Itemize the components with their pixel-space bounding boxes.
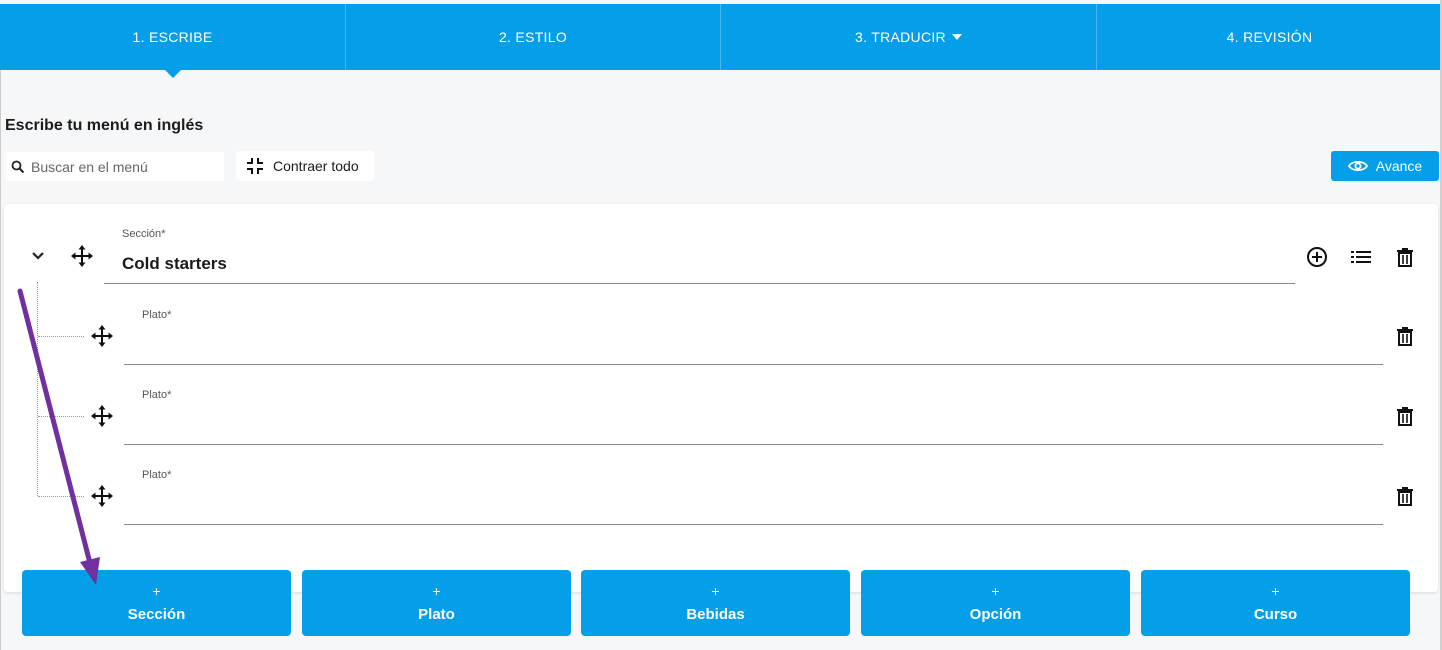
preview-label: Avance	[1375, 158, 1423, 174]
tab-escribe[interactable]: 1. ESCRIBE	[0, 4, 346, 78]
dish-field-underline	[124, 524, 1383, 525]
plus-icon: +	[1271, 582, 1280, 599]
dish-field-underline	[124, 364, 1383, 365]
delete-dish-button[interactable]	[1392, 323, 1418, 349]
step-tabs: 1. ESCRIBE 2. ESTILO 3. TRADUCIR 4. REVI…	[0, 4, 1442, 78]
dish-name-input[interactable]	[124, 492, 1382, 520]
eye-icon	[1347, 160, 1368, 172]
move-icon	[91, 485, 113, 507]
tab-traducir[interactable]: 3. TRADUCIR	[721, 4, 1097, 70]
collapse-all-button[interactable]: Contraer todo	[236, 151, 374, 181]
move-icon	[71, 245, 93, 267]
trash-icon	[1397, 247, 1413, 267]
tab-label: 4. REVISIÓN	[1226, 29, 1313, 45]
plus-icon: +	[991, 582, 1000, 599]
search-input[interactable]	[31, 158, 211, 175]
tab-revision[interactable]: 4. REVISIÓN	[1097, 4, 1442, 70]
collapse-all-label: Contraer todo	[273, 158, 359, 174]
section-name-field[interactable]: Cold starters	[122, 254, 227, 274]
dish-drag-handle[interactable]	[90, 484, 114, 508]
dish-name-input[interactable]	[124, 412, 1382, 440]
delete-dish-button[interactable]	[1392, 403, 1418, 429]
delete-dish-button[interactable]	[1392, 483, 1418, 509]
caret-down-icon	[951, 34, 962, 40]
add-drinks-button[interactable]: + Bebidas	[581, 570, 850, 636]
menu-editor-card: Sección* Cold starters Plato* Plato* Pla…	[4, 204, 1438, 592]
add-course-button[interactable]: + Curso	[1141, 570, 1410, 636]
dish-field-underline	[124, 444, 1383, 445]
page-title: Escribe tu menú en inglés	[5, 117, 204, 134]
add-dish-button[interactable]: + Plato	[302, 570, 571, 636]
active-tab-pointer	[164, 70, 181, 78]
add-option-button[interactable]: + Opción	[861, 570, 1130, 636]
trash-icon	[1397, 406, 1413, 426]
add-item-button[interactable]	[1304, 244, 1330, 270]
dish-drag-handle[interactable]	[90, 404, 114, 428]
tab-estilo[interactable]: 2. ESTILO	[346, 4, 721, 70]
list-icon	[1351, 251, 1371, 263]
delete-section-button[interactable]	[1392, 244, 1418, 270]
add-button-label: Opción	[969, 605, 1022, 623]
plus-icon: +	[432, 582, 441, 599]
chevron-down-icon	[32, 252, 44, 260]
tree-connector	[38, 336, 84, 337]
plus-circle-icon	[1307, 247, 1327, 267]
move-icon	[91, 325, 113, 347]
add-button-label: Bebidas	[686, 605, 745, 623]
preview-button[interactable]: Avance	[1331, 151, 1439, 181]
dish-field-label: Plato*	[142, 389, 172, 401]
move-icon	[91, 405, 113, 427]
section-drag-handle[interactable]	[70, 244, 94, 268]
dish-field-label: Plato*	[142, 469, 172, 481]
dish-name-input[interactable]	[124, 332, 1382, 360]
dish-drag-handle[interactable]	[90, 324, 114, 348]
section-field-label: Sección*	[122, 228, 166, 240]
tree-connector	[37, 282, 38, 496]
expand-section-button[interactable]	[28, 246, 48, 266]
add-button-label: Sección	[127, 605, 186, 623]
plus-icon: +	[152, 582, 161, 599]
left-border	[0, 70, 1, 650]
trash-icon	[1397, 326, 1413, 346]
plus-icon: +	[711, 582, 720, 599]
tab-label: 2. ESTILO	[498, 29, 568, 45]
tree-connector	[38, 496, 84, 497]
tab-label: 3. TRADUCIR	[855, 29, 946, 45]
section-field-underline	[104, 283, 1295, 284]
dish-field-label: Plato*	[142, 309, 172, 321]
search-icon	[11, 160, 25, 173]
trash-icon	[1397, 486, 1413, 506]
add-button-label: Curso	[1253, 605, 1298, 623]
search-box[interactable]	[5, 152, 224, 181]
add-button-label: Plato	[418, 605, 455, 623]
tree-connector	[38, 416, 84, 417]
reorder-list-button[interactable]	[1348, 244, 1374, 270]
tab-label: 1. ESCRIBE	[132, 29, 213, 45]
collapse-icon	[247, 158, 263, 174]
add-section-button[interactable]: + Sección	[22, 570, 291, 636]
